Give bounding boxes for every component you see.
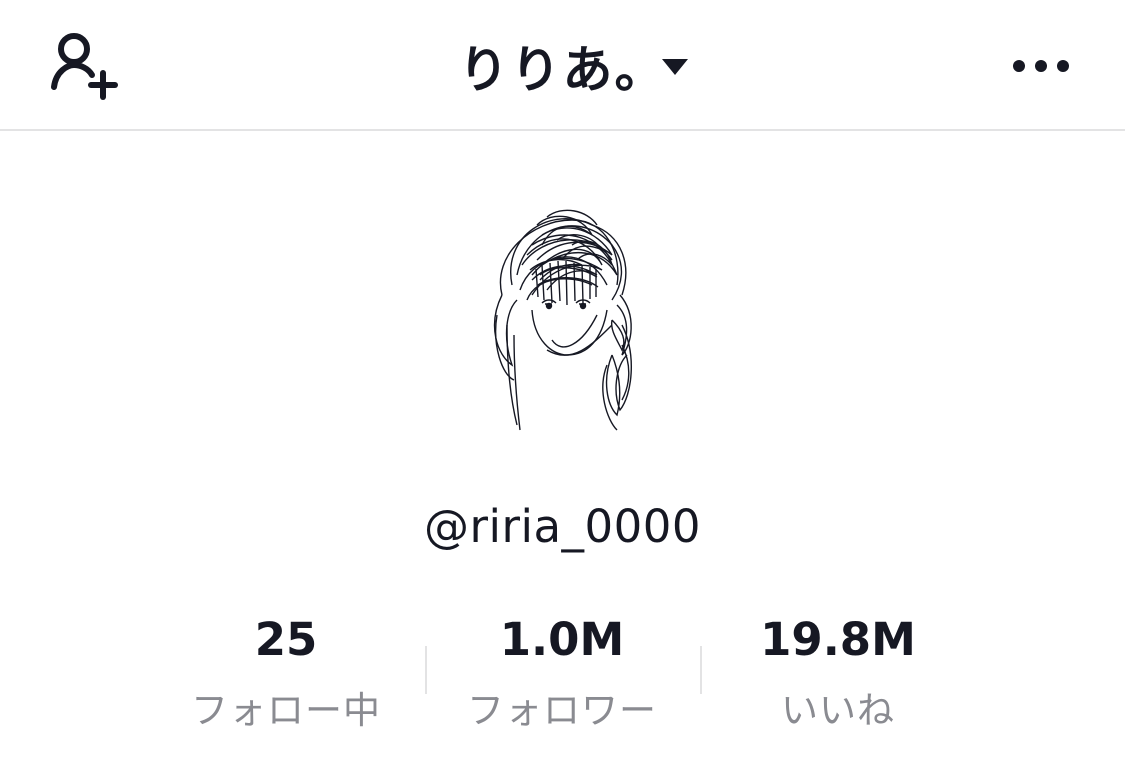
sketch-avatar-image xyxy=(494,209,632,431)
avatar[interactable] xyxy=(472,205,652,435)
page-title: りりあ。 xyxy=(458,41,667,99)
following-count: 25 xyxy=(254,613,318,666)
stat-following[interactable]: 25 フォロー中 xyxy=(156,608,416,734)
following-label: フォロー中 xyxy=(191,689,381,732)
likes-label: いいね xyxy=(781,689,895,732)
caret-down-icon[interactable] xyxy=(660,56,690,78)
more-horizontal-icon xyxy=(1013,60,1069,72)
followers-label: フォロワー xyxy=(467,689,657,732)
stat-likes[interactable]: 19.8M いいね xyxy=(708,608,968,734)
account-switcher[interactable]: りりあ。 xyxy=(0,26,1125,106)
followers-count: 1.0M xyxy=(499,613,625,666)
stat-divider xyxy=(425,646,427,694)
username: @riria_0000 xyxy=(423,500,702,553)
stat-divider xyxy=(700,646,702,694)
likes-count: 19.8M xyxy=(760,613,916,666)
top-bar: りりあ。 xyxy=(0,0,1125,131)
stat-followers[interactable]: 1.0M フォロワー xyxy=(432,608,692,734)
more-options-button[interactable] xyxy=(1005,44,1077,88)
